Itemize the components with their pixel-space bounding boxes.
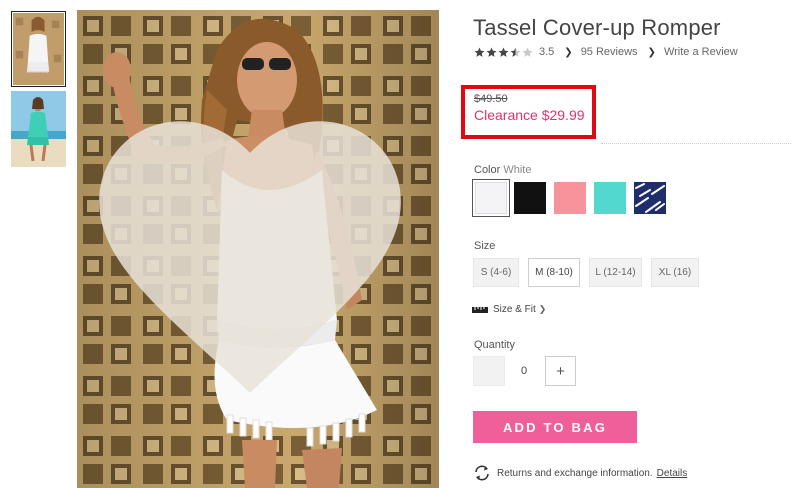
color-swatch-white[interactable]	[472, 179, 510, 217]
size-fit-label: Size & Fit	[493, 304, 536, 315]
star-icon	[486, 47, 497, 57]
size-option-xl[interactable]: XL (16)	[651, 258, 699, 287]
thumbnail-turquoise-image	[11, 91, 66, 167]
size-label: Size	[474, 240, 496, 252]
price-highlight-box: $49.50 Clearance $29.99	[461, 85, 596, 139]
chevron-right-icon: ❯	[647, 46, 656, 58]
quantity-value[interactable]: 0	[512, 356, 536, 386]
ruler-icon	[472, 306, 488, 313]
main-product-image[interactable]	[77, 10, 439, 488]
rating-row: 3.5 ❯ 95 Reviews ❯ Write a Review	[474, 46, 738, 58]
size-option-l[interactable]: L (12-14)	[589, 258, 642, 287]
write-review-link[interactable]: Write a Review	[664, 46, 738, 58]
size-option-s[interactable]: S (4-6)	[473, 258, 519, 287]
returns-info: Returns and exchange information. Detail…	[473, 465, 687, 481]
add-to-bag-button[interactable]: ADD TO BAG	[473, 411, 637, 443]
star-icon	[498, 47, 509, 57]
color-label-row: Color White	[474, 164, 531, 176]
quantity-decrement-button[interactable]	[473, 356, 505, 386]
rating-value: 3.5	[539, 46, 555, 58]
star-rating	[474, 47, 533, 58]
size-fit-link[interactable]: Size & Fit ❯	[472, 304, 546, 315]
star-icon	[510, 47, 521, 57]
returns-details-link[interactable]: Details	[657, 468, 688, 479]
thumbnail-white-romper[interactable]	[11, 11, 66, 87]
refresh-icon	[475, 465, 489, 481]
returns-text: Returns and exchange information.	[497, 467, 653, 479]
divider	[601, 143, 791, 144]
selected-color-name: White	[503, 164, 532, 176]
color-swatch-pink[interactable]	[554, 182, 586, 214]
color-swatch-black[interactable]	[514, 182, 546, 214]
chevron-right-icon: ❯	[538, 304, 547, 314]
reviews-link[interactable]: 95 Reviews	[581, 46, 638, 58]
original-price: $49.50	[474, 93, 508, 105]
navy-print-pattern	[634, 182, 666, 214]
heart-icon[interactable]	[77, 18, 431, 488]
clearance-price: Clearance $29.99	[474, 107, 585, 123]
thumbnail-white-image	[13, 13, 64, 85]
star-icon	[522, 47, 533, 57]
color-swatch-turquoise[interactable]	[594, 182, 626, 214]
size-option-m[interactable]: M (8-10)	[528, 258, 580, 287]
color-swatch-navy-print[interactable]	[634, 182, 666, 214]
color-label: Color	[474, 164, 501, 176]
product-title: Tassel Cover-up Romper	[473, 15, 721, 40]
chevron-right-icon: ❯	[564, 46, 573, 58]
quantity-label: Quantity	[474, 339, 515, 351]
thumbnail-turquoise-romper[interactable]	[11, 91, 66, 167]
star-icon	[474, 47, 485, 57]
quantity-increment-button[interactable]: +	[545, 356, 576, 386]
